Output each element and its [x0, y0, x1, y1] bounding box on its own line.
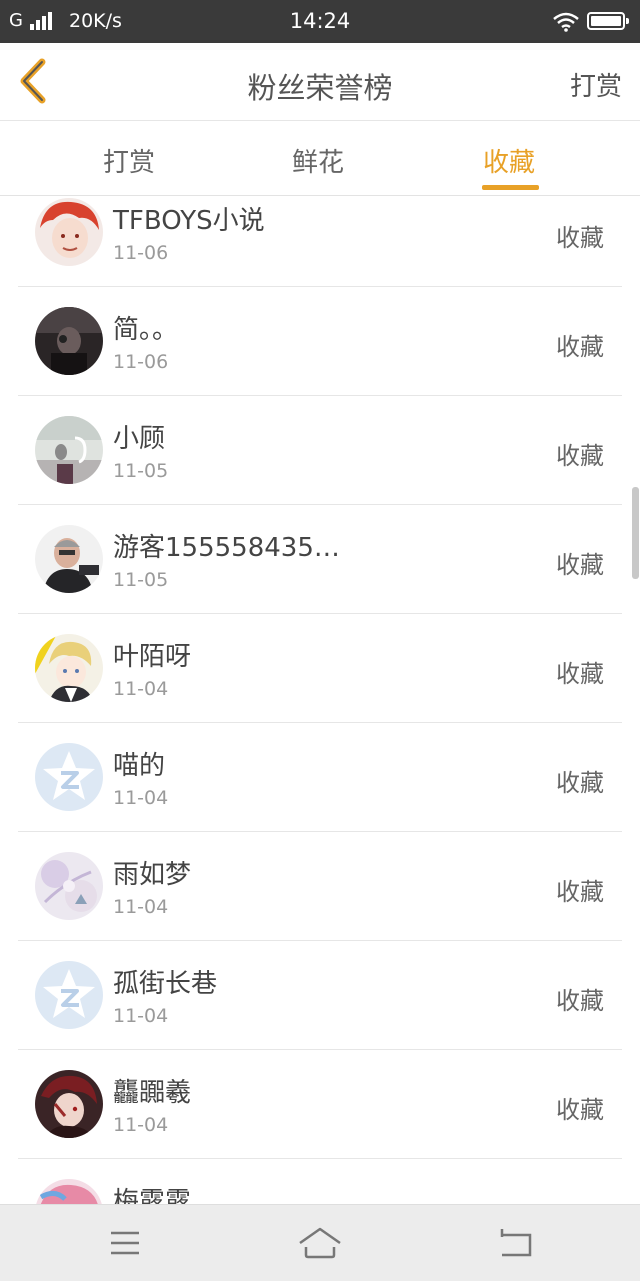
- favorite-label: 收藏: [556, 442, 604, 470]
- user-name: 孤街长巷: [113, 969, 218, 999]
- avatar: [35, 416, 103, 484]
- list-item[interactable]: 孤街长巷 11-04 收藏: [18, 941, 622, 1050]
- user-name: 简。。: [113, 315, 179, 345]
- favorite-label: 收藏: [556, 1096, 604, 1124]
- favorite-label: 收藏: [556, 878, 604, 906]
- tab-favorites[interactable]: 收藏: [483, 142, 535, 179]
- list-item[interactable]: 叶陌呀 11-04 收藏: [18, 614, 622, 723]
- list-item[interactable]: 雨如梦 11-04 收藏: [18, 832, 622, 941]
- user-name: 梅露露: [113, 1187, 192, 1204]
- favorite-label: 收藏: [556, 333, 604, 361]
- list-item[interactable]: 游客155558435… 11-05 收藏: [18, 505, 622, 614]
- user-name: 龘嚻羲: [113, 1078, 192, 1108]
- avatar: [35, 525, 103, 593]
- default-avatar-icon: [35, 961, 103, 1029]
- page-title: 粉丝荣誉榜: [247, 71, 393, 105]
- favorite-label: 收藏: [556, 660, 604, 688]
- header: 粉丝荣誉榜 打赏: [0, 43, 640, 121]
- wifi-icon: [552, 12, 580, 32]
- status-time: 14:24: [289, 9, 351, 33]
- date: 11-04: [113, 1005, 169, 1027]
- favorite-label: 收藏: [556, 769, 604, 797]
- avatar: [35, 852, 103, 920]
- fan-list[interactable]: TFBOYS小说 11-06 收藏 简。。 11-06 收藏 小顾 11-05 …: [0, 196, 640, 1204]
- system-nav-bar: [0, 1204, 640, 1281]
- list-item[interactable]: 喵的 11-04 收藏: [18, 723, 622, 832]
- date: 11-06: [113, 242, 169, 264]
- avatar: [35, 1070, 103, 1138]
- avatar: [35, 1179, 103, 1204]
- date: 11-05: [113, 460, 169, 482]
- list-item[interactable]: 简。。 11-06 收藏: [18, 287, 622, 396]
- status-bar: G 20K/s 14:24: [0, 0, 640, 43]
- avatar: [35, 634, 103, 702]
- favorite-label: 收藏: [556, 987, 604, 1015]
- date: 11-06: [113, 351, 169, 373]
- battery-icon: [587, 12, 629, 30]
- default-avatar-icon: [35, 743, 103, 811]
- menu-button[interactable]: [103, 1223, 147, 1263]
- date: 11-04: [113, 678, 169, 700]
- user-name: TFBOYS小说: [113, 206, 265, 236]
- avatar: [35, 307, 103, 375]
- list-item[interactable]: 龘嚻羲 11-04 收藏: [18, 1050, 622, 1159]
- back-nav-button[interactable]: [494, 1223, 538, 1263]
- avatar: [35, 198, 103, 266]
- list-item[interactable]: TFBOYS小说 11-06 收藏: [18, 196, 622, 287]
- reward-button[interactable]: 打赏: [570, 66, 622, 103]
- tab-reward[interactable]: 打赏: [103, 142, 155, 179]
- active-tab-indicator: [482, 185, 539, 190]
- favorite-label: 收藏: [556, 224, 604, 252]
- favorite-label: 收藏: [556, 551, 604, 579]
- scrollbar[interactable]: [632, 487, 639, 579]
- user-name: 雨如梦: [113, 860, 192, 890]
- list-item[interactable]: 小顾 11-05 收藏: [18, 396, 622, 505]
- date: 11-05: [113, 569, 169, 591]
- user-name: 小顾: [113, 424, 166, 454]
- menu-icon: [111, 1231, 139, 1255]
- user-name: 喵的: [113, 751, 166, 781]
- home-button[interactable]: [298, 1223, 342, 1263]
- user-name: 叶陌呀: [113, 642, 192, 672]
- date: 11-04: [113, 787, 169, 809]
- back-icon: [500, 1229, 532, 1257]
- home-icon: [299, 1227, 341, 1259]
- list-item[interactable]: 梅露露 收藏: [18, 1159, 622, 1204]
- tab-bar: 打赏 鲜花 收藏: [0, 121, 640, 196]
- user-name: 游客155558435…: [113, 533, 340, 563]
- date: 11-04: [113, 896, 169, 918]
- date: 11-04: [113, 1114, 169, 1136]
- tab-flowers[interactable]: 鲜花: [292, 142, 344, 179]
